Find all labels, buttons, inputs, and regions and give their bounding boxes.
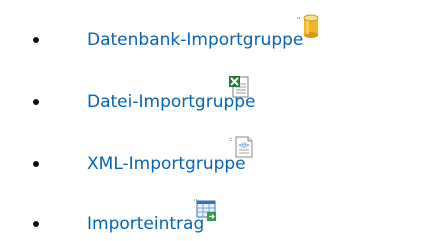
import-entry-link[interactable]: Importeintrag — [87, 212, 204, 236]
database-import-group-link[interactable]: Datenbank-Importgruppe — [87, 28, 303, 52]
list-item: XML-Importgruppe <@> — [0, 136, 421, 180]
bullet-icon — [33, 161, 39, 167]
database-icon[interactable] — [296, 14, 322, 40]
bullet-icon — [33, 99, 39, 105]
excel-file-icon[interactable] — [226, 74, 252, 100]
list-item: Datei-Importgruppe — [0, 76, 421, 118]
bullet-icon — [33, 37, 39, 43]
list-item: Importeintrag — [0, 199, 421, 240]
list-item: Datenbank-Importgruppe — [0, 14, 421, 56]
svg-text:<@>: <@> — [239, 142, 250, 149]
bullet-icon — [33, 221, 39, 227]
xml-import-group-link[interactable]: XML-Importgruppe — [87, 152, 246, 176]
xml-document-icon[interactable]: <@> — [229, 134, 255, 160]
import-type-list: Datenbank-Importgruppe Datei-Importgrupp… — [0, 0, 421, 241]
import-entry-icon[interactable] — [193, 198, 219, 224]
